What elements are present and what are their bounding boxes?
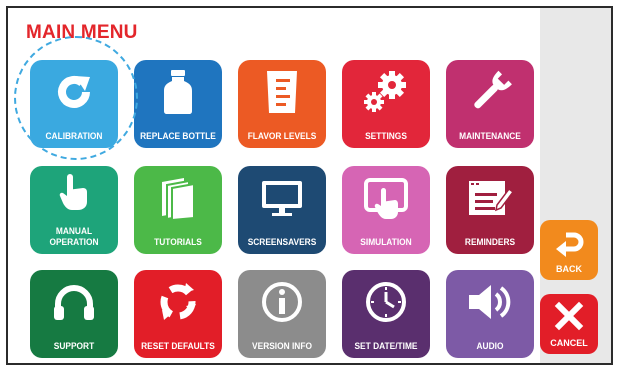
book-icon: [162, 178, 195, 220]
reset-arrows-icon: [160, 283, 196, 320]
tile-label: FLAVOR LEVELS: [247, 131, 317, 142]
back-button[interactable]: BACK: [540, 220, 598, 280]
tile-label: MANUAL OPERATION: [49, 226, 99, 248]
headphones-icon: [54, 285, 94, 320]
tile-label: SIMULATION: [360, 237, 412, 248]
tile-label: SCREENSAVERS: [247, 237, 317, 248]
tile-label: SET DATE/TIME: [354, 341, 418, 352]
gear-icon: [364, 71, 406, 112]
set-date-time-button[interactable]: SET DATE/TIME: [342, 270, 430, 358]
screen-frame: MAIN MENU CALIBRATION REPLACE BOTTLE FLA…: [6, 6, 613, 365]
cancel-label: CANCEL: [550, 338, 588, 348]
tile-label: REMINDERS: [464, 237, 516, 248]
maintenance-button[interactable]: MAINTENANCE: [446, 60, 534, 148]
speaker-icon: [469, 285, 511, 319]
tile-label: MAINTENANCE: [459, 131, 521, 142]
back-label: BACK: [556, 264, 582, 274]
flavor-levels-button[interactable]: FLAVOR LEVELS: [238, 60, 326, 148]
main-area: MAIN MENU CALIBRATION REPLACE BOTTLE FLA…: [8, 8, 540, 363]
tile-label: SETTINGS: [365, 131, 407, 142]
reminders-button[interactable]: REMINDERS: [446, 166, 534, 254]
page-title: MAIN MENU: [26, 22, 138, 43]
refresh-icon: [58, 75, 90, 108]
tile-label: TUTORIALS: [154, 237, 202, 248]
cancel-button[interactable]: CANCEL: [540, 294, 598, 354]
screensavers-button[interactable]: SCREENSAVERS: [238, 166, 326, 254]
monitor-icon: [262, 181, 302, 216]
tutorials-button[interactable]: TUTORIALS: [134, 166, 222, 254]
manual-operation-button[interactable]: MANUAL OPERATION: [30, 166, 118, 254]
replace-bottle-button[interactable]: REPLACE BOTTLE: [134, 60, 222, 148]
tile-label: VERSION INFO: [252, 341, 312, 352]
tile-label: RESET DEFAULTS: [141, 341, 215, 352]
close-icon: [554, 301, 584, 331]
support-button[interactable]: SUPPORT: [30, 270, 118, 358]
tablet-touch-icon: [364, 178, 408, 219]
info-icon: [262, 282, 302, 322]
tile-label: REPLACE BOTTLE: [140, 131, 216, 142]
tile-label: AUDIO: [476, 341, 504, 352]
simulation-button[interactable]: SIMULATION: [342, 166, 430, 254]
wrench-icon: [474, 70, 512, 109]
calibration-button[interactable]: CALIBRATION: [30, 60, 118, 148]
tile-label: SUPPORT: [53, 341, 95, 352]
settings-button[interactable]: SETTINGS: [342, 60, 430, 148]
beaker-icon: [267, 71, 297, 113]
tile-label: CALIBRATION: [45, 131, 103, 142]
clock-icon: [366, 282, 406, 322]
audio-button[interactable]: AUDIO: [446, 270, 534, 358]
reset-defaults-button[interactable]: RESET DEFAULTS: [134, 270, 222, 358]
notepad-icon: [469, 181, 513, 215]
version-info-button[interactable]: VERSION INFO: [238, 270, 326, 358]
bottle-icon: [164, 70, 192, 114]
return-arrow-icon: [556, 232, 584, 257]
hand-pointer-icon: [59, 174, 87, 210]
